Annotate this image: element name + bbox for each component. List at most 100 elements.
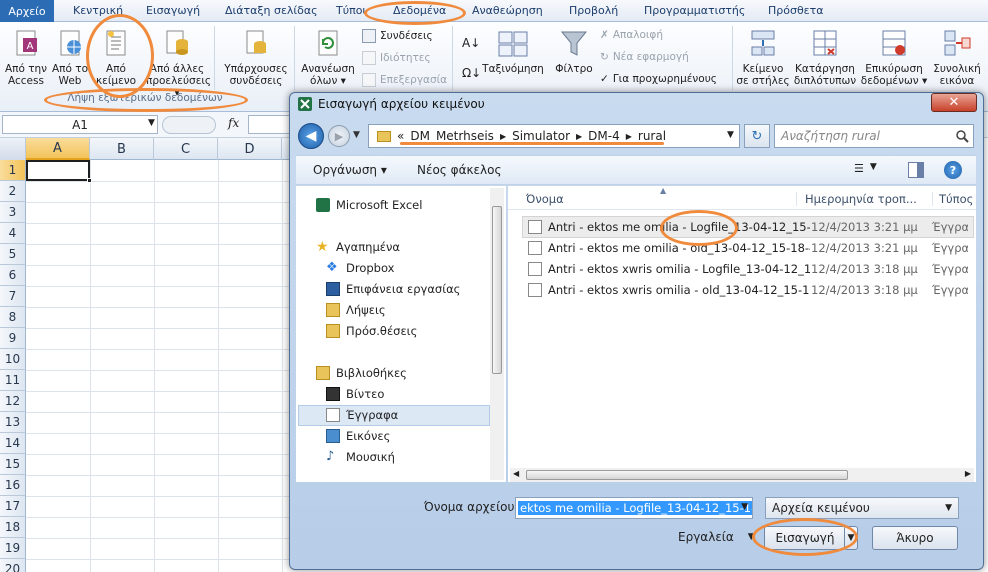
filename-dropdown-icon[interactable]: ▼ bbox=[741, 502, 748, 512]
file-row[interactable]: Antri - ektos me omilia - old_13-04-12_1… bbox=[528, 238, 968, 258]
import-button[interactable]: Εισαγωγή bbox=[764, 526, 846, 550]
nav-favorites[interactable]: ★ Αγαπημένα bbox=[316, 240, 400, 254]
column-header-a[interactable]: A bbox=[26, 138, 90, 160]
breadcrumb-rural[interactable]: rural bbox=[638, 129, 666, 143]
hscrollbar-thumb[interactable] bbox=[526, 470, 848, 480]
fill-handle[interactable] bbox=[87, 178, 92, 183]
edit-links-button[interactable]: Επεξεργασία bbox=[362, 73, 447, 87]
data-validation-button[interactable]: Επικύρωση δεδομένων ▾ bbox=[860, 28, 928, 87]
new-folder-button[interactable]: Νέος φάκελος bbox=[417, 163, 502, 177]
breadcrumb-dm-metrhseis[interactable]: DM_Metrhseis bbox=[410, 129, 494, 143]
file-row[interactable]: Antri - ektos xwris omilia - old_13-04-1… bbox=[528, 280, 968, 300]
row-header-6[interactable]: 6 bbox=[0, 265, 26, 286]
sort-button[interactable]: Ταξινόμηση bbox=[478, 28, 548, 75]
column-name-header[interactable]: Όνομα bbox=[526, 192, 564, 206]
select-all-corner[interactable] bbox=[0, 138, 26, 160]
existing-connections-button[interactable]: Υπάρχουσες συνδέσεις bbox=[222, 28, 290, 87]
row-header-11[interactable]: 11 bbox=[0, 370, 26, 391]
from-text-button[interactable]: Από κείμενο bbox=[92, 28, 140, 87]
tab-file[interactable]: Αρχείο bbox=[0, 0, 54, 22]
row-header-14[interactable]: 14 bbox=[0, 433, 26, 454]
nav-downloads[interactable]: Λήψεις bbox=[326, 303, 386, 317]
row-header-19[interactable]: 19 bbox=[0, 538, 26, 559]
remove-duplicates-button[interactable]: Κατάργηση διπλότυπων bbox=[792, 28, 858, 87]
tab-data[interactable]: Δεδομένα bbox=[393, 4, 446, 17]
tab-home[interactable]: Κεντρική bbox=[73, 4, 123, 17]
active-cell-a1[interactable] bbox=[26, 160, 90, 181]
nav-microsoft-excel[interactable]: Microsoft Excel bbox=[316, 198, 422, 212]
import-options-dropdown[interactable]: ▼ bbox=[844, 526, 858, 550]
row-header-5[interactable]: 5 bbox=[0, 244, 26, 265]
filter-button[interactable]: Φίλτρο bbox=[554, 28, 594, 75]
nav-scrollbar-thumb[interactable] bbox=[492, 206, 502, 374]
row-header-12[interactable]: 12 bbox=[0, 391, 26, 412]
file-row[interactable]: Antri - ektos xwris omilia - Logfile_13-… bbox=[528, 259, 968, 279]
row-header-4[interactable]: 4 bbox=[0, 223, 26, 244]
row-header-13[interactable]: 13 bbox=[0, 412, 26, 433]
scroll-right-icon[interactable]: ▶ bbox=[965, 469, 971, 478]
nav-dropbox[interactable]: ❖ Dropbox bbox=[326, 261, 394, 276]
file-row[interactable]: Antri - ektos me omilia - Logfile_13-04-… bbox=[528, 217, 968, 237]
row-header-2[interactable]: 2 bbox=[0, 181, 26, 202]
organize-menu-button[interactable]: Οργάνωση ▾ bbox=[313, 163, 387, 177]
clear-filter-button[interactable]: ✗ Απαλοιφή bbox=[600, 29, 663, 41]
forward-button[interactable]: ▶ bbox=[328, 125, 350, 147]
row-header-18[interactable]: 18 bbox=[0, 517, 26, 538]
cancel-button[interactable]: Άκυρο bbox=[872, 526, 958, 550]
nav-scrollbar[interactable] bbox=[490, 188, 504, 480]
nav-documents[interactable]: Έγγραφα bbox=[326, 408, 398, 422]
address-dropdown-icon[interactable]: ▼ bbox=[727, 130, 734, 140]
nav-recent-places[interactable]: Πρόσ.θέσεις bbox=[326, 324, 417, 338]
row-header-20[interactable]: 20 bbox=[0, 559, 26, 572]
refresh-folder-button[interactable]: ↻ bbox=[744, 124, 770, 148]
row-header-10[interactable]: 10 bbox=[0, 349, 26, 370]
nav-libraries[interactable]: Βιβλιοθήκες bbox=[316, 366, 407, 380]
from-web-button[interactable]: Από το Web bbox=[50, 28, 90, 87]
row-header-1[interactable]: 1 bbox=[0, 160, 26, 181]
nav-pictures[interactable]: Εικόνες bbox=[326, 429, 390, 443]
column-date-header[interactable]: Ημερομηνία τροπ... bbox=[796, 192, 917, 206]
tab-view[interactable]: Προβολή bbox=[569, 4, 618, 17]
breadcrumb-simulator[interactable]: Simulator bbox=[512, 129, 570, 143]
from-access-button[interactable]: A Από την Access bbox=[2, 28, 50, 87]
row-header-3[interactable]: 3 bbox=[0, 202, 26, 223]
scroll-left-icon[interactable]: ◀ bbox=[513, 469, 519, 478]
help-button[interactable]: ? bbox=[944, 161, 962, 179]
tab-developer[interactable]: Προγραμματιστής bbox=[644, 4, 745, 17]
filename-input[interactable]: ektos me omilia - Logfile_13-04-12_15-18… bbox=[515, 497, 753, 519]
name-box-dropdown-icon[interactable]: ▼ bbox=[148, 118, 155, 128]
formula-input[interactable] bbox=[248, 115, 293, 134]
reapply-button[interactable]: ↻ Νέα εφαρμογή bbox=[600, 51, 689, 63]
nav-desktop[interactable]: Επιφάνεια εργασίας bbox=[326, 282, 460, 296]
row-header-15[interactable]: 15 bbox=[0, 454, 26, 475]
tab-formulas[interactable]: Τύποι bbox=[336, 4, 366, 17]
column-header-d[interactable]: D bbox=[218, 138, 282, 160]
column-type-header[interactable]: Τύπος bbox=[932, 192, 973, 206]
from-other-sources-button[interactable]: Από άλλες προελεύσεις ▾ bbox=[146, 28, 211, 99]
consolidate-button[interactable]: Συνολική εικόνα bbox=[930, 28, 984, 87]
close-button[interactable]: ✕ bbox=[931, 93, 977, 112]
file-type-select[interactable]: Αρχεία κειμένου ▼ bbox=[765, 497, 959, 519]
nav-music[interactable]: ♪ Μουσική bbox=[326, 450, 395, 465]
insert-function-icon[interactable]: fx bbox=[228, 116, 246, 134]
tab-insert[interactable]: Εισαγωγή bbox=[146, 4, 200, 17]
nav-videos[interactable]: Βίντεο bbox=[326, 387, 384, 401]
row-header-17[interactable]: 17 bbox=[0, 496, 26, 517]
row-header-9[interactable]: 9 bbox=[0, 328, 26, 349]
row-header-16[interactable]: 16 bbox=[0, 475, 26, 496]
tab-addins[interactable]: Πρόσθετα bbox=[768, 4, 824, 17]
path-overflow[interactable]: « bbox=[397, 129, 404, 143]
properties-button[interactable]: Ιδιότητες bbox=[362, 51, 431, 65]
back-button[interactable]: ◀ bbox=[298, 123, 324, 149]
tab-review[interactable]: Αναθεώρηση bbox=[472, 4, 543, 17]
view-options-button[interactable]: ☰ ▼ bbox=[854, 162, 888, 178]
preview-pane-button[interactable] bbox=[908, 162, 924, 178]
breadcrumb-dm-4[interactable]: DM-4 bbox=[588, 129, 620, 143]
row-header-7[interactable]: 7 bbox=[0, 286, 26, 307]
recent-locations-dropdown-icon[interactable]: ▼ bbox=[353, 130, 360, 140]
name-box[interactable]: A1 bbox=[2, 115, 158, 134]
file-list-hscrollbar[interactable]: ◀ ▶ bbox=[510, 468, 974, 482]
advanced-filter-button[interactable]: ✓ Για προχωρημένους bbox=[600, 73, 717, 85]
formula-bar-resizer[interactable] bbox=[162, 116, 216, 134]
text-to-columns-button[interactable]: Κείμενο σε στήλες bbox=[734, 28, 792, 87]
